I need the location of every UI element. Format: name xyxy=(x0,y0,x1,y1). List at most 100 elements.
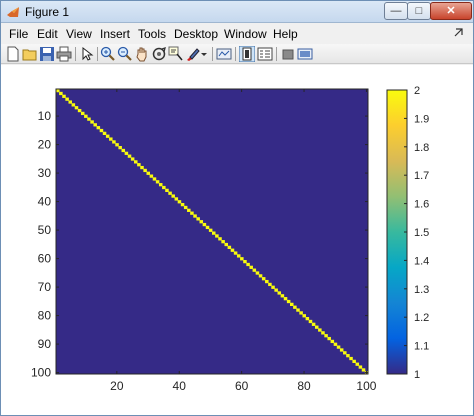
menu-window[interactable]: Window xyxy=(224,27,267,41)
heatmap-diagonal-cell xyxy=(193,214,197,218)
colorbar[interactable]: 1 1.1 1.2 1.3 1.4 1.5 1.6 1.7 1.8 1.9 2 xyxy=(386,85,429,381)
heatmap-diagonal-cell xyxy=(199,220,204,224)
heatmap-diagonal-cell xyxy=(324,334,328,338)
heatmap-diagonal-cell xyxy=(224,242,228,247)
heatmap-diagonal-cell xyxy=(227,245,232,249)
menu-help[interactable]: Help xyxy=(273,27,298,41)
edit-plot-arrow-icon[interactable] xyxy=(79,46,95,62)
title-bar[interactable]: Figure 1 — □ ✕ xyxy=(1,1,473,23)
brush-dropdown-arrow-icon[interactable] xyxy=(199,46,209,62)
heatmap-diagonal-cell xyxy=(109,137,113,141)
heatmap-diagonal-cell xyxy=(249,265,253,269)
toolbar-separator xyxy=(235,47,236,61)
heatmap-diagonal-cell xyxy=(218,237,222,241)
heatmap-diagonal-cell xyxy=(87,117,91,121)
colorbar-tick-label: 1.2 xyxy=(414,312,429,324)
colorbar-icon[interactable] xyxy=(239,46,255,62)
heatmap-plot[interactable]: 20 40 60 80 100 10 20 30 40 50 60 70 80 90 100 1 1.1 1.… xyxy=(1,65,473,415)
heatmap-diagonal-cell xyxy=(258,274,263,278)
heatmap-diagonal-cell xyxy=(343,351,347,355)
toolbar-separator xyxy=(212,47,213,61)
heatmap-diagonal-cell xyxy=(80,111,85,116)
dock-arrow-icon[interactable] xyxy=(452,26,466,40)
open-file-icon[interactable] xyxy=(22,46,38,62)
heatmap-diagonal-cell xyxy=(130,157,135,161)
heatmap-diagonal-cell xyxy=(59,91,63,96)
heatmap-diagonal-cell xyxy=(162,185,166,190)
y-tick-label: 80 xyxy=(38,309,52,323)
heatmap-diagonal-cell xyxy=(352,359,356,363)
menu-view[interactable]: View xyxy=(66,27,92,41)
heatmap-diagonal-cell xyxy=(127,154,132,158)
menu-edit[interactable]: Edit xyxy=(37,27,58,41)
window-title: Figure 1 xyxy=(25,5,70,19)
heatmap-diagonal-cell xyxy=(302,314,306,318)
heatmap-diagonal-cell xyxy=(134,160,138,164)
heatmap-diagonal-cell xyxy=(243,260,247,264)
close-button[interactable]: ✕ xyxy=(430,2,472,20)
show-plot-tools-icon[interactable] xyxy=(297,46,313,62)
zoom-in-icon[interactable] xyxy=(100,46,116,62)
heatmap-diagonal-cell xyxy=(212,231,216,235)
heatmap-diagonal-cell xyxy=(74,106,79,110)
heatmap-diagonal-cell xyxy=(230,248,235,252)
figure-window: Figure 1 — □ ✕ File Edit View Insert Too… xyxy=(0,0,474,416)
heatmap-diagonal-cell xyxy=(349,356,353,361)
heatmap-diagonal-cell xyxy=(355,362,360,366)
menu-file[interactable]: File xyxy=(9,27,28,41)
legend-icon[interactable] xyxy=(257,46,273,62)
heatmap-diagonal-cell xyxy=(274,288,278,292)
heatmap-diagonal-cell xyxy=(346,354,350,358)
heatmap-diagonal-cell xyxy=(112,140,116,144)
heatmap-diagonal-cell xyxy=(205,225,210,230)
x-tick-label: 20 xyxy=(110,379,124,393)
heatmap-diagonal-cell xyxy=(277,291,282,295)
heatmap-diagonal-cell xyxy=(93,123,97,127)
menu-insert[interactable]: Insert xyxy=(100,27,130,41)
heatmap-diagonal-cell xyxy=(336,345,341,349)
x-tick-label: 100 xyxy=(356,379,376,393)
heatmap-diagonal-cell xyxy=(137,163,141,167)
heatmap-diagonal-cell xyxy=(155,180,160,184)
maximize-button[interactable]: □ xyxy=(407,2,431,20)
heatmap-diagonal-cell xyxy=(305,317,310,321)
heatmap-diagonal-cell xyxy=(299,311,303,315)
print-icon[interactable] xyxy=(56,46,72,62)
colorbar-tick-label: 1.5 xyxy=(414,227,429,239)
heatmap-diagonal-cell xyxy=(187,208,191,212)
heatmap-diagonal-cell xyxy=(84,114,88,118)
heatmap-diagonal-cell xyxy=(124,151,129,155)
heatmap-diagonal-cell xyxy=(99,128,104,133)
heatmap-diagonal-cell xyxy=(221,240,225,244)
hide-plot-tools-icon[interactable] xyxy=(280,46,296,62)
heatmap-diagonal-cell xyxy=(77,108,82,113)
pan-hand-icon[interactable] xyxy=(134,46,150,62)
link-plot-icon[interactable] xyxy=(216,46,232,62)
save-icon[interactable] xyxy=(39,46,55,62)
heatmap-diagonal-cell xyxy=(296,308,300,312)
heatmap-diagonal-cell xyxy=(280,294,285,298)
zoom-out-icon[interactable] xyxy=(117,46,133,62)
y-tick-label: 60 xyxy=(38,252,52,266)
x-tick-label: 40 xyxy=(173,379,187,393)
new-figure-icon[interactable] xyxy=(5,46,21,62)
heatmap-diagonal-cell xyxy=(165,188,169,192)
menu-desktop[interactable]: Desktop xyxy=(174,27,218,41)
heatmap-diagonal-cell xyxy=(333,342,338,346)
menu-tools[interactable]: Tools xyxy=(138,27,166,41)
heatmap-diagonal-cell xyxy=(318,328,322,332)
heatmap-diagonal-cell xyxy=(105,134,110,138)
rotate-3d-icon[interactable] xyxy=(151,46,167,62)
x-tick-label: 60 xyxy=(235,379,249,393)
heatmap-diagonal-cell xyxy=(215,234,219,238)
minimize-button[interactable]: — xyxy=(384,2,408,20)
heatmap-diagonal-cell xyxy=(177,200,182,204)
heatmap-diagonal-cell xyxy=(180,203,185,207)
heatmap-diagonal-cell xyxy=(196,217,200,221)
heatmap-diagonal-cell xyxy=(115,143,119,147)
y-tick-label: 90 xyxy=(38,337,52,351)
heatmap-diagonal-cell xyxy=(290,302,294,306)
heatmap-diagonal-cell xyxy=(255,271,260,275)
data-cursor-icon[interactable] xyxy=(168,46,184,62)
y-tick-label: 10 xyxy=(38,109,52,123)
